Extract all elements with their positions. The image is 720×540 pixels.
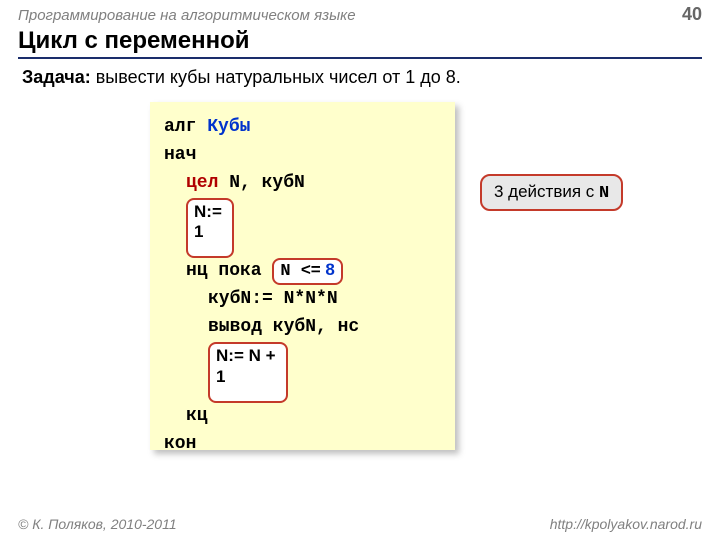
- code-line-10: кон: [164, 431, 441, 459]
- highlight-step: N:= N + 1: [208, 342, 288, 403]
- kw-cel: цел: [186, 173, 218, 193]
- cond-var: N: [280, 262, 300, 281]
- step-b: 1: [216, 367, 225, 386]
- title-row: Цикл с переменной: [18, 27, 702, 59]
- code-line-2: нач: [164, 142, 441, 170]
- cond-num: 8: [321, 260, 335, 279]
- code-line-4: N:=1: [164, 198, 441, 259]
- header-bar: Программирование на алгоритмическом язык…: [0, 0, 720, 25]
- page-title: Цикл с переменной: [18, 27, 702, 55]
- alg-name: Кубы: [207, 117, 250, 137]
- cond-op: <=: [301, 260, 321, 279]
- content-stage: алг Кубы нач цел N, кубN N:=1 нц пока N …: [0, 88, 720, 468]
- callout-text: 3 действия с: [494, 182, 599, 201]
- init-a: N:=: [194, 202, 222, 221]
- task-line: Задача: вывести кубы натуральных чисел о…: [22, 67, 698, 88]
- highlight-cond: N <= 8: [272, 258, 342, 284]
- kw-alg: алг: [164, 117, 207, 137]
- init-b: 1: [194, 222, 203, 241]
- task-label: Задача:: [22, 67, 91, 87]
- code-box: алг Кубы нач цел N, кубN N:=1 нц пока N …: [150, 102, 455, 450]
- code-line-9: кц: [164, 403, 441, 431]
- footer-url: http://kpolyakov.narod.ru: [550, 516, 702, 532]
- code-line-7: вывод кубN, нс: [164, 314, 441, 342]
- footer: © К. Поляков, 2010-2011 http://kpolyakov…: [0, 516, 720, 532]
- course-name: Программирование на алгоритмическом язык…: [18, 7, 356, 24]
- highlight-init: N:=1: [186, 198, 234, 259]
- code-line-5: нц пока N <= 8: [164, 258, 441, 286]
- code-line-8: N:= N + 1: [164, 342, 441, 403]
- decl-vars: N, кубN: [218, 173, 304, 193]
- page-number: 40: [682, 4, 702, 25]
- callout-box: 3 действия с N: [480, 174, 623, 211]
- code-line-6: кубN:= N*N*N: [164, 286, 441, 314]
- copyright: © К. Поляков, 2010-2011: [18, 516, 177, 532]
- step-a: N:= N +: [216, 346, 276, 365]
- kw-while: нц пока: [186, 261, 272, 281]
- callout-var: N: [599, 184, 609, 203]
- task-text: вывести кубы натуральных чисел от 1 до 8…: [91, 67, 461, 87]
- code-line-1: алг Кубы: [164, 114, 441, 142]
- code-line-3: цел N, кубN: [164, 170, 441, 198]
